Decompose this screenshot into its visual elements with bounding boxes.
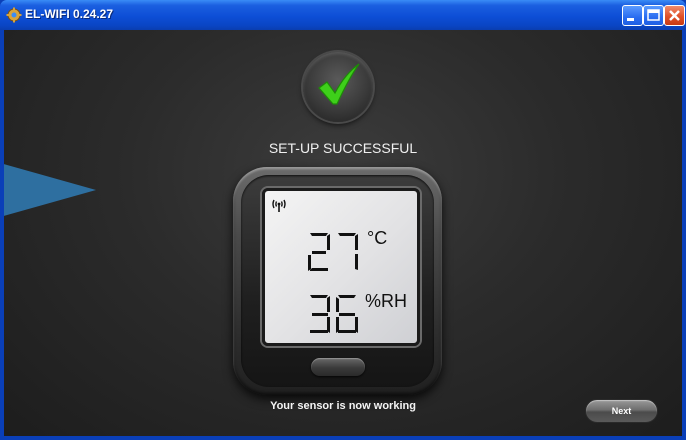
arrow-right-icon — [4, 164, 96, 216]
humidity-unit: %RH — [365, 291, 408, 311]
success-badge — [303, 52, 373, 122]
window-title: EL-WIFI 0.24.27 — [25, 7, 114, 21]
app-gear-icon — [6, 7, 22, 23]
close-button[interactable] — [664, 5, 685, 26]
app-window: EL-WIFI 0.24.27 SET-UP SUCCESSFUL °C %RH… — [0, 0, 686, 440]
humidity-value: 36 — [310, 295, 358, 333]
next-button[interactable]: Next — [585, 399, 658, 423]
maximize-button[interactable] — [643, 5, 664, 26]
minimize-icon — [627, 18, 634, 21]
title-bar[interactable]: EL-WIFI 0.24.27 — [0, 0, 686, 30]
status-caption: Your sensor is now working — [270, 400, 416, 412]
sensor-device-illustration: 27 °C 36 — [233, 167, 442, 395]
device-button — [311, 358, 365, 376]
wifi-antenna-icon — [272, 199, 286, 212]
temperature-value: 27 — [308, 233, 358, 271]
checkmark-icon — [318, 63, 360, 105]
wizard-panel: SET-UP SUCCESSFUL 27 — [4, 30, 682, 436]
temperature-unit: °C — [367, 228, 388, 248]
minimize-button[interactable] — [622, 5, 643, 26]
maximize-icon — [647, 9, 660, 21]
lcd-display: 27 °C 36 — [262, 188, 420, 346]
close-icon — [669, 10, 680, 21]
status-title: SET-UP SUCCESSFUL — [268, 140, 418, 156]
